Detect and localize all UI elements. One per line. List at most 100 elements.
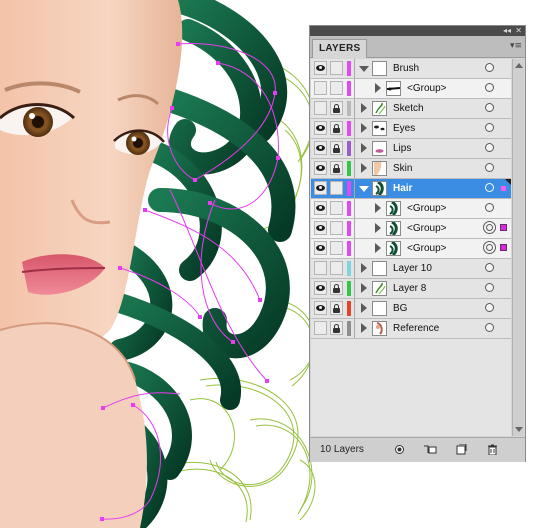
expand-triangle-icon[interactable] <box>375 243 381 253</box>
tab-layers[interactable]: LAYERS <box>312 39 368 58</box>
visibility-toggle[interactable] <box>314 141 327 155</box>
visibility-toggle[interactable] <box>314 101 327 115</box>
lock-toggle[interactable] <box>330 221 343 235</box>
layer-name[interactable]: Sketch <box>393 99 424 118</box>
layer-color-swatch <box>347 141 351 156</box>
lock-toggle[interactable] <box>330 61 343 75</box>
layer-row[interactable]: Skin <box>311 159 511 179</box>
layer-row[interactable]: Reference <box>311 319 511 339</box>
layer-list-scrollbar[interactable] <box>512 59 524 436</box>
expand-triangle-icon[interactable] <box>375 83 381 93</box>
delete-layer-icon[interactable] <box>487 444 498 455</box>
visibility-toggle[interactable] <box>314 301 327 315</box>
layer-row[interactable]: Lips <box>311 139 511 159</box>
layer-name[interactable]: Layer 10 <box>393 259 432 278</box>
lock-toggle[interactable] <box>330 321 343 335</box>
visibility-toggle[interactable] <box>314 81 327 95</box>
selection-indicator[interactable] <box>500 224 507 231</box>
sublayer-row[interactable]: <Group> <box>311 219 511 239</box>
target-circle-icon[interactable] <box>483 241 496 254</box>
target-circle-icon[interactable] <box>485 163 494 172</box>
layer-row[interactable]: Layer 8 <box>311 279 511 299</box>
expand-triangle-icon[interactable] <box>361 123 367 133</box>
selection-indicator[interactable] <box>501 186 506 191</box>
expand-triangle-icon[interactable] <box>361 303 367 313</box>
expand-triangle-icon[interactable] <box>361 143 367 153</box>
expand-triangle-icon[interactable] <box>375 203 381 213</box>
layer-name[interactable]: <Group> <box>407 219 446 238</box>
lock-toggle[interactable] <box>330 281 343 295</box>
target-circle-icon[interactable] <box>483 221 496 234</box>
layer-name[interactable]: Skin <box>393 159 412 178</box>
target-circle-icon[interactable] <box>485 143 494 152</box>
selection-indicator[interactable] <box>500 244 507 251</box>
visibility-toggle[interactable] <box>314 181 327 195</box>
lock-toggle[interactable] <box>330 201 343 215</box>
expand-triangle-icon[interactable] <box>361 163 367 173</box>
close-panel-icon[interactable]: ✕ <box>515 26 522 36</box>
layer-row[interactable]: Brush <box>311 59 511 79</box>
visibility-toggle[interactable] <box>314 221 327 235</box>
lock-toggle[interactable] <box>330 141 343 155</box>
layer-name[interactable]: <Group> <box>407 239 446 258</box>
target-circle-icon[interactable] <box>485 63 494 72</box>
visibility-toggle[interactable] <box>314 61 327 75</box>
lock-toggle[interactable] <box>330 241 343 255</box>
layer-name[interactable]: Eyes <box>393 119 415 138</box>
collapse-triangle-icon[interactable] <box>359 186 369 192</box>
expand-triangle-icon[interactable] <box>361 323 367 333</box>
layer-row[interactable]: BG <box>311 299 511 319</box>
layer-name[interactable]: BG <box>393 299 407 318</box>
visibility-toggle[interactable] <box>314 241 327 255</box>
lock-toggle[interactable] <box>330 101 343 115</box>
layer-name[interactable]: <Group> <box>407 79 446 98</box>
expand-triangle-icon[interactable] <box>375 223 381 233</box>
lock-toggle[interactable] <box>330 301 343 315</box>
layer-name[interactable]: <Group> <box>407 199 446 218</box>
layer-name[interactable]: Hair <box>393 179 412 198</box>
lock-toggle[interactable] <box>330 81 343 95</box>
sublayer-row[interactable]: <Group> <box>311 199 511 219</box>
target-circle-icon[interactable] <box>485 323 494 332</box>
expand-triangle-icon[interactable] <box>361 103 367 113</box>
scroll-up-arrow-icon[interactable] <box>515 63 523 68</box>
target-circle-icon[interactable] <box>485 203 494 212</box>
expand-triangle-icon[interactable] <box>361 263 367 273</box>
sublayer-row[interactable]: <Group> <box>311 239 511 259</box>
lock-toggle[interactable] <box>330 261 343 275</box>
visibility-toggle[interactable] <box>314 121 327 135</box>
layer-row[interactable]: Eyes <box>311 119 511 139</box>
target-circle-icon[interactable] <box>485 103 494 112</box>
expand-triangle-icon[interactable] <box>361 283 367 293</box>
layer-name[interactable]: Reference <box>393 319 439 338</box>
make-clipping-mask-icon[interactable] <box>394 444 405 455</box>
collapse-triangle-icon[interactable] <box>359 66 369 72</box>
visibility-toggle[interactable] <box>314 201 327 215</box>
visibility-toggle[interactable] <box>314 261 327 275</box>
scroll-down-arrow-icon[interactable] <box>515 427 523 432</box>
lock-toggle[interactable] <box>330 121 343 135</box>
panel-title-bar[interactable]: ◂◂ ✕ <box>310 26 525 36</box>
layer-row[interactable]: Hair <box>311 179 511 199</box>
create-new-layer-icon[interactable] <box>456 444 467 455</box>
layer-row[interactable]: Sketch <box>311 99 511 119</box>
target-circle-icon[interactable] <box>485 303 494 312</box>
lock-toggle[interactable] <box>330 161 343 175</box>
target-circle-icon[interactable] <box>485 183 494 192</box>
target-circle-icon[interactable] <box>485 263 494 272</box>
collapse-panel-icon[interactable]: ◂◂ <box>503 26 511 36</box>
target-circle-icon[interactable] <box>485 123 494 132</box>
layer-name[interactable]: Layer 8 <box>393 279 426 298</box>
panel-menu-icon[interactable]: ▾≡ <box>510 41 522 51</box>
visibility-toggle[interactable] <box>314 161 327 175</box>
sublayer-row[interactable]: <Group> <box>311 79 511 99</box>
visibility-toggle[interactable] <box>314 321 327 335</box>
layer-name[interactable]: Brush <box>393 59 419 78</box>
layer-name[interactable]: Lips <box>393 139 411 158</box>
visibility-toggle[interactable] <box>314 281 327 295</box>
layer-row[interactable]: Layer 10 <box>311 259 511 279</box>
lock-toggle[interactable] <box>330 181 343 195</box>
target-circle-icon[interactable] <box>485 83 494 92</box>
target-circle-icon[interactable] <box>485 283 494 292</box>
create-sublayer-icon[interactable] <box>423 444 437 455</box>
